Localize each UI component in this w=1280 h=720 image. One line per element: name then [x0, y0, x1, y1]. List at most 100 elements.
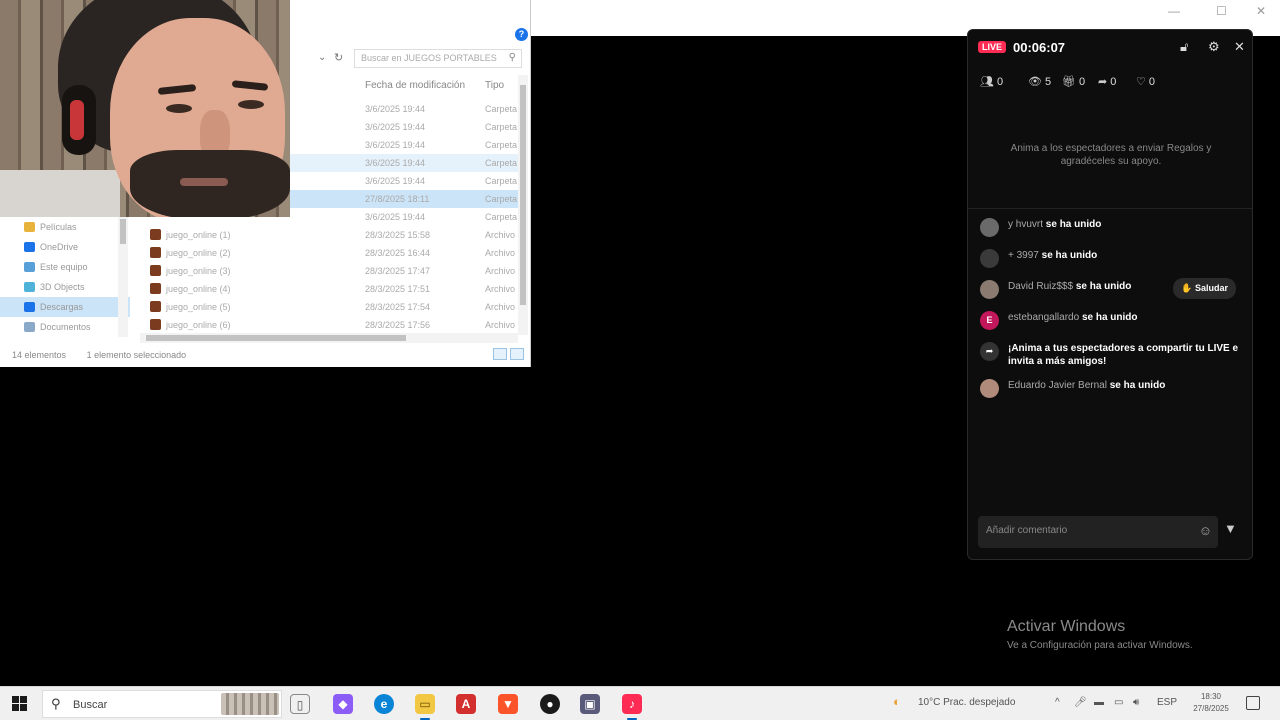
avatar[interactable] — [980, 379, 999, 398]
send-icon[interactable]: ▼ — [1224, 521, 1237, 536]
maximize-icon[interactable]: ☐ — [1216, 4, 1227, 18]
chat-username[interactable]: + 3997 — [1008, 250, 1039, 261]
row-type: Carpeta — [485, 194, 518, 204]
details-view-icon[interactable] — [493, 348, 507, 360]
clock-time: 18:30 — [1200, 692, 1222, 701]
stat-gift[interactable]: 🎁︎ 0 — [1062, 75, 1085, 88]
minimize-icon[interactable]: — — [1168, 4, 1180, 18]
file-explorer-icon[interactable]: ▭ — [415, 694, 435, 720]
row-date: 28/3/2025 15:58 — [365, 230, 431, 240]
weather-text[interactable]: 10°C Prac. despejado — [918, 697, 1015, 708]
folder-icon — [24, 262, 35, 272]
edge-icon[interactable]: e — [374, 694, 394, 714]
row-name: juego_online (1) — [166, 230, 231, 240]
nav-scrollbar[interactable] — [118, 217, 128, 337]
app-red-icon[interactable]: A — [456, 694, 476, 714]
game-file-icon — [150, 301, 161, 312]
gear-icon[interactable]: ⚙ — [1208, 39, 1220, 55]
file-row[interactable]: juego_online (3) 28/3/2025 17:47 Archivo — [140, 262, 518, 280]
row-type: Carpeta — [485, 104, 518, 114]
nav-item[interactable]: Este equipo — [0, 257, 130, 277]
taskbar-search[interactable]: ⚲ Buscar — [42, 690, 282, 718]
weather-icon[interactable]: ◐ — [893, 694, 901, 709]
row-type: Archivo — [485, 248, 516, 258]
obs-icon[interactable]: ● — [540, 694, 560, 714]
nav-item[interactable]: Películas — [0, 217, 130, 237]
chat-join-message: David Ruiz$$$ se ha unido ✋ Saludar — [980, 278, 1242, 300]
stat-value: 5 — [1044, 76, 1052, 88]
file-row[interactable]: juego_online (6) 28/3/2025 17:56 Archivo — [140, 316, 518, 334]
chat-username[interactable]: estebangallardo — [1008, 312, 1079, 323]
chat-username[interactable]: Eduardo Javier Bernal — [1008, 380, 1107, 391]
row-date: 3/6/2025 19:44 — [365, 212, 426, 222]
row-date: 3/6/2025 19:44 — [365, 104, 426, 114]
live-header: LIVE 00:06:07 🔓︎ ⚙ ✕ — [978, 39, 1245, 60]
file-row[interactable]: juego_online (5) 28/3/2025 17:54 Archivo — [140, 298, 518, 316]
folder-icon — [24, 222, 35, 232]
chat-username[interactable]: y hvuvrt — [1008, 219, 1043, 230]
stat-eye[interactable]: 👁︎ 5 — [1028, 75, 1051, 88]
nav-item-label: Este equipo — [40, 262, 88, 272]
comment-input[interactable]: Añadir comentario ☺ — [978, 516, 1218, 548]
thumbnail-view-icon[interactable] — [510, 348, 524, 360]
help-icon[interactable]: ? — [515, 28, 528, 41]
taskbar-clock[interactable]: 18:30 27/8/2025 — [1190, 691, 1232, 715]
nav-item[interactable]: Descargas — [0, 297, 130, 317]
view-buttons — [490, 348, 524, 363]
lock-icon[interactable]: 🔓︎ — [1180, 39, 1188, 55]
tiktok-live-icon[interactable]: ♪ — [622, 694, 642, 720]
stat-value: 0 — [1110, 76, 1117, 88]
column-header-type[interactable]: Tipo — [485, 80, 504, 91]
gift-icon: 🎁︎ — [1062, 76, 1076, 88]
column-header-date[interactable]: Fecha de modificación — [365, 80, 465, 91]
file-row[interactable]: juego_online (4) 28/3/2025 17:51 Archivo — [140, 280, 518, 298]
close-icon[interactable]: ✕ — [1256, 4, 1266, 18]
file-row[interactable]: juego_online (1) 28/3/2025 15:58 Archivo — [140, 226, 518, 244]
close-icon[interactable]: ✕ — [1234, 39, 1245, 55]
activate-windows-watermark: Activar Windows Ve a Configuración para … — [1007, 618, 1193, 651]
share-icon: ➦ — [1098, 76, 1108, 88]
stat-heart[interactable]: ♡ 0 — [1136, 75, 1155, 88]
live-timer: 00:06:07 — [1013, 40, 1066, 55]
salute-button[interactable]: ✋ Saludar — [1173, 278, 1236, 299]
battery-icon: ▬ — [1094, 697, 1104, 708]
row-type: Carpeta — [485, 176, 518, 186]
nav-item[interactable]: 3D Objects — [0, 277, 130, 297]
language-indicator[interactable]: ESP — [1157, 697, 1177, 708]
windows-start-icon[interactable] — [12, 696, 27, 711]
file-row[interactable]: juego_online (2) 28/3/2025 16:44 Archivo — [140, 244, 518, 262]
stat-share[interactable]: ➦ 0 — [1098, 75, 1116, 88]
row-date: 28/3/2025 16:44 — [365, 248, 431, 258]
network-icon[interactable]: ▭ — [1114, 697, 1123, 708]
chevron-down-icon[interactable]: ⌄ — [318, 52, 326, 63]
brave-icon[interactable]: ▼ — [498, 694, 518, 714]
nav-item[interactable]: OneDrive — [0, 237, 130, 257]
nav-item[interactable]: Documentos — [0, 317, 130, 337]
comment-placeholder: Añadir comentario — [986, 525, 1068, 536]
live-stats: 👥︎ 0 👁︎ 5 🎁︎ 0 ➦ 0 ♡ 0 — [980, 75, 1240, 91]
item-count: 14 elementos — [12, 350, 67, 360]
copilot-icon[interactable]: ◆ — [333, 694, 353, 714]
folder-icon — [24, 302, 35, 312]
stat-people[interactable]: 👥︎ 0 — [980, 75, 1003, 88]
row-date: 28/3/2025 17:47 — [365, 266, 431, 276]
notification-icon[interactable] — [1246, 696, 1260, 710]
avatar[interactable] — [980, 218, 999, 237]
eye-icon: 👁︎ — [1028, 76, 1042, 88]
emoji-icon[interactable]: ☺ — [1199, 523, 1212, 538]
stat-value: 0 — [996, 76, 1004, 88]
task-view-icon[interactable]: ▯ — [290, 694, 310, 714]
app-window-icon[interactable]: ▣ — [580, 694, 600, 714]
horizontal-scrollbar[interactable] — [140, 333, 518, 343]
explorer-search-input[interactable]: Buscar en JUEGOS PORTABLES ⚲ — [354, 49, 522, 68]
avatar[interactable] — [980, 249, 999, 268]
volume-icon[interactable]: 🔊︎ — [1133, 697, 1139, 708]
chat-username[interactable]: David Ruiz$$$ — [1008, 281, 1073, 292]
avatar[interactable]: E — [980, 311, 999, 330]
avatar[interactable] — [980, 280, 999, 299]
refresh-icon[interactable]: ↻ — [334, 51, 343, 64]
vertical-scrollbar[interactable] — [518, 75, 528, 335]
chevron-up-icon[interactable]: ^ — [1055, 697, 1060, 708]
live-panel: LIVE 00:06:07 🔓︎ ⚙ ✕ 👥︎ 0 👁︎ 5 🎁︎ 0 ➦ 0 ♡ 0 Anima… — [967, 29, 1253, 560]
row-date: 3/6/2025 19:44 — [365, 176, 426, 186]
